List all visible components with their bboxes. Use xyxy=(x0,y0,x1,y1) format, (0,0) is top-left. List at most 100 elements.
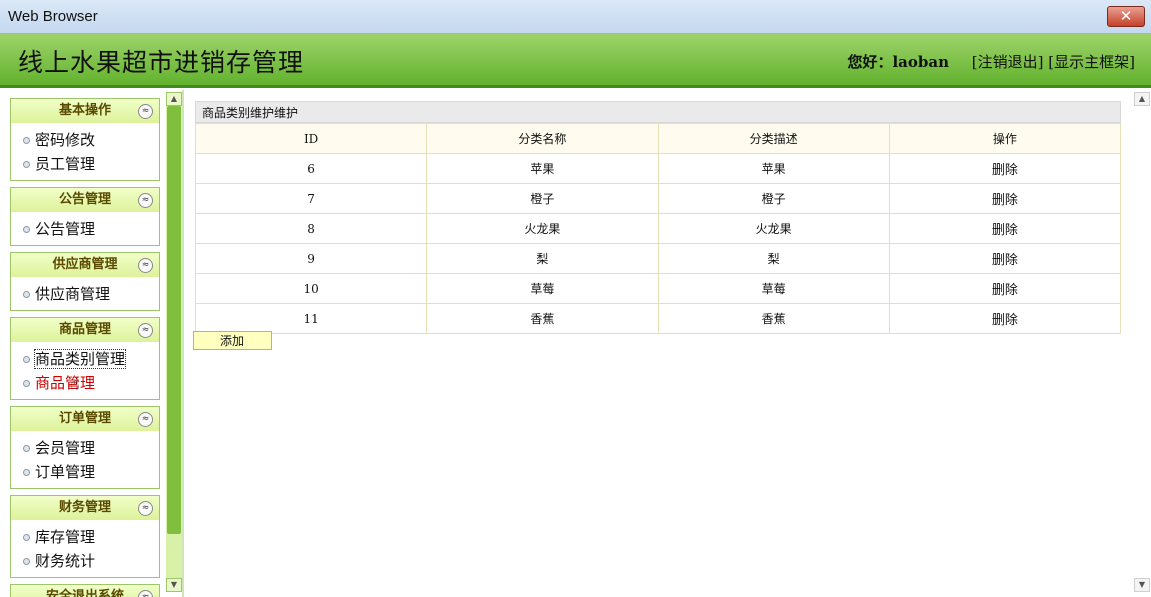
scroll-up-icon[interactable]: ▲ xyxy=(166,92,182,106)
menu-group-basic: 基本操作 ≈ 密码修改 员工管理 xyxy=(10,98,160,181)
scroll-down-icon[interactable]: ▼ xyxy=(166,578,182,592)
menu-group-notice: 公告管理 ≈ 公告管理 xyxy=(10,187,160,246)
category-panel: 商品类别维护维护 ID 分类名称 分类描述 操作 6 苹果 苹果 删除 7 橙子… xyxy=(194,101,1122,334)
menu-group-finance: 财务管理 ≈ 库存管理 财务统计 xyxy=(10,495,160,578)
hand-cursor-icon: ☝ xyxy=(70,374,80,393)
cell-desc: 橙子 xyxy=(657,183,890,214)
cell-name: 火龙果 xyxy=(426,213,659,244)
sidebar-scrollbar[interactable]: ▲ ▼ xyxy=(166,92,182,592)
sidebar-item-label: 会员管理 xyxy=(35,439,96,457)
table-row: 7 橙子 橙子 删除 xyxy=(194,183,1122,214)
sidebar-item-goods-category[interactable]: 商品类别管理 xyxy=(23,347,159,371)
show-mainframe-link[interactable]: [显示主框架] xyxy=(1048,53,1135,71)
menu-group-header[interactable]: 安全退出系统 ≈ xyxy=(11,585,159,597)
user-box: 您好：laoban [注销退出] [显示主框架] xyxy=(847,51,1135,72)
main-scrollbar[interactable]: ▲ ▼ xyxy=(1134,92,1150,592)
delete-link[interactable]: 删除 xyxy=(888,243,1122,274)
cell-name: 梨 xyxy=(426,243,659,274)
menu-group-header[interactable]: 财务管理 ≈ xyxy=(11,496,159,520)
window-close-button[interactable]: ✕ xyxy=(1107,6,1145,27)
sidebar-item-finance-stats[interactable]: 财务统计 xyxy=(23,549,159,573)
delete-link[interactable]: 删除 xyxy=(888,273,1122,304)
window-title: Web Browser xyxy=(8,8,98,25)
scroll-down-icon[interactable]: ▼ xyxy=(1134,578,1150,592)
bullet-icon xyxy=(23,445,30,452)
collapse-icon[interactable]: ≈ xyxy=(138,412,153,427)
collapse-icon[interactable]: ≈ xyxy=(138,104,153,119)
cell-desc: 火龙果 xyxy=(657,213,890,244)
logout-link[interactable]: [注销退出] xyxy=(972,53,1044,71)
table-row: 6 苹果 苹果 删除 xyxy=(194,153,1122,184)
sidebar-menu: 基本操作 ≈ 密码修改 员工管理 公告管理 ≈ 公告管理 供应商管理 ≈ 供应商… xyxy=(10,98,160,597)
menu-group-header[interactable]: 公告管理 ≈ xyxy=(11,188,159,212)
sidebar-item-label: 密码修改 xyxy=(35,131,96,149)
menu-group-title: 商品管理 xyxy=(58,322,111,337)
sidebar-item-supplier[interactable]: 供应商管理 xyxy=(23,282,159,306)
cell-id: 9 xyxy=(194,243,428,274)
app-header: 线上水果超市进销存管理 您好：laoban [注销退出] [显示主框架] xyxy=(0,34,1151,88)
sidebar-item-label: 商品管理 xyxy=(35,374,96,392)
menu-group-title: 基本操作 xyxy=(58,103,111,118)
sidebar-item-staff[interactable]: 员工管理 xyxy=(23,152,159,176)
menu-group-order: 订单管理 ≈ 会员管理 订单管理 xyxy=(10,406,160,489)
sidebar-item-label: 库存管理 xyxy=(35,528,96,546)
collapse-icon[interactable]: ≈ xyxy=(138,258,153,273)
bullet-icon xyxy=(23,226,30,233)
menu-group-header[interactable]: 订单管理 ≈ xyxy=(11,407,159,431)
table-row: 11 香蕉 香蕉 删除 xyxy=(194,303,1122,334)
add-button[interactable]: 添加 xyxy=(193,331,272,350)
delete-link[interactable]: 删除 xyxy=(888,153,1122,184)
cell-id: 6 xyxy=(194,153,428,184)
column-header-desc: 分类描述 xyxy=(657,123,890,154)
sidebar-item-order[interactable]: 订单管理 xyxy=(23,460,159,484)
bullet-icon xyxy=(23,558,30,565)
table-row: 8 火龙果 火龙果 删除 xyxy=(194,213,1122,244)
collapse-icon[interactable]: ≈ xyxy=(138,590,153,597)
table-header-row: ID 分类名称 分类描述 操作 xyxy=(194,123,1122,154)
table-row: 9 梨 梨 删除 xyxy=(194,243,1122,274)
bullet-icon xyxy=(23,356,30,363)
sidebar-item-password[interactable]: 密码修改 xyxy=(23,128,159,152)
scroll-up-icon[interactable]: ▲ xyxy=(1134,92,1150,106)
menu-group-header[interactable]: 供应商管理 ≈ xyxy=(11,253,159,277)
sidebar-item-member[interactable]: 会员管理 xyxy=(23,436,159,460)
delete-link[interactable]: 删除 xyxy=(888,183,1122,214)
cell-name: 草莓 xyxy=(426,273,659,304)
collapse-icon[interactable]: ≈ xyxy=(138,323,153,338)
sidebar-item-label: 财务统计 xyxy=(35,552,96,570)
sidebar-item-label: 员工管理 xyxy=(35,155,96,173)
cell-id: 11 xyxy=(194,303,428,334)
sidebar-item-goods[interactable]: 商品管理 xyxy=(23,371,159,395)
sidebar-item-notice[interactable]: 公告管理 xyxy=(23,217,159,241)
window-titlebar: Web Browser ✕ xyxy=(0,0,1151,34)
cell-id: 10 xyxy=(194,273,428,304)
column-header-id: ID xyxy=(194,123,428,154)
bullet-icon xyxy=(23,534,30,541)
cell-desc: 香蕉 xyxy=(657,303,890,334)
scrollbar-thumb[interactable] xyxy=(167,106,181,534)
bullet-icon xyxy=(23,291,30,298)
cell-name: 橙子 xyxy=(426,183,659,214)
delete-link[interactable]: 删除 xyxy=(888,213,1122,244)
menu-group-header[interactable]: 商品管理 ≈ xyxy=(11,318,159,342)
menu-group-header[interactable]: 基本操作 ≈ xyxy=(11,99,159,123)
sidebar-item-label: 公告管理 xyxy=(35,220,96,238)
menu-group-logout: 安全退出系统 ≈ xyxy=(10,584,160,597)
bullet-icon xyxy=(23,380,30,387)
cell-name: 苹果 xyxy=(426,153,659,184)
app-title: 线上水果超市进销存管理 xyxy=(18,48,305,77)
category-table: ID 分类名称 分类描述 操作 6 苹果 苹果 删除 7 橙子 橙子 删除 8 … xyxy=(194,123,1122,334)
menu-group-title: 供应商管理 xyxy=(52,257,118,272)
delete-link[interactable]: 删除 xyxy=(888,303,1122,334)
bullet-icon xyxy=(23,137,30,144)
menu-group-title: 订单管理 xyxy=(58,411,111,426)
cell-desc: 苹果 xyxy=(657,153,890,184)
main-frame: 商品类别维护维护 ID 分类名称 分类描述 操作 6 苹果 苹果 删除 7 橙子… xyxy=(184,90,1134,597)
bullet-icon xyxy=(23,161,30,168)
cell-desc: 梨 xyxy=(657,243,890,274)
sidebar-item-stock[interactable]: 库存管理 xyxy=(23,525,159,549)
menu-group-supplier: 供应商管理 ≈ 供应商管理 xyxy=(10,252,160,311)
bullet-icon xyxy=(23,469,30,476)
collapse-icon[interactable]: ≈ xyxy=(138,193,153,208)
collapse-icon[interactable]: ≈ xyxy=(138,501,153,516)
